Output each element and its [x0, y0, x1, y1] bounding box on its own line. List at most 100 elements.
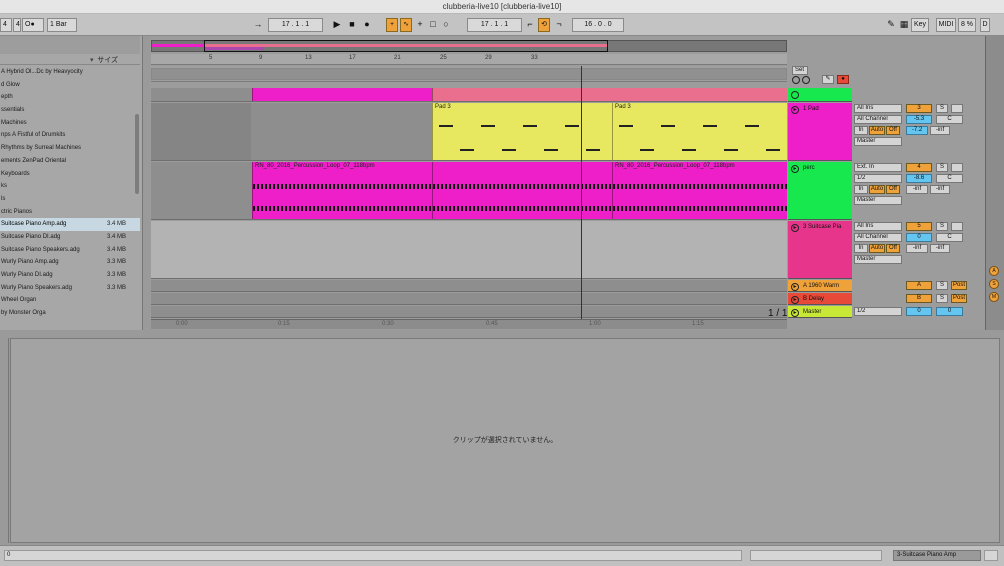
automation-lane[interactable] [151, 88, 787, 102]
return-post-button[interactable]: Post [951, 294, 967, 303]
browser-item[interactable]: Suitcase Piano DI.adg 3.4 MB [0, 231, 140, 244]
volume-field[interactable]: -8.6 [906, 174, 932, 183]
perc-clip[interactable] [432, 162, 612, 219]
monitor-auto-button[interactable]: Auto [869, 126, 885, 135]
browser-item[interactable]: ls [0, 193, 140, 206]
return-solo-button[interactable]: S [936, 281, 948, 290]
draw-mode-icon[interactable]: ✎ [885, 18, 897, 32]
automation-clip[interactable] [252, 88, 432, 101]
m-toggle-icon[interactable]: M [989, 292, 999, 302]
track-activator[interactable]: 3 [906, 104, 932, 113]
next-locator-icon[interactable] [802, 76, 810, 84]
track-activator[interactable]: 5 [906, 222, 932, 231]
punch-in-icon[interactable]: ⌐ [524, 18, 536, 32]
browser-item[interactable]: Wurly Piano Speakers.adg 3.3 MB [0, 282, 140, 295]
volume-field[interactable]: -5.3 [906, 115, 932, 124]
arrangement-overview[interactable] [151, 40, 787, 52]
master-output-menu[interactable]: 1/2 [854, 307, 902, 316]
track-header-pad[interactable]: ▸ 1 Pad [788, 103, 852, 161]
beat-ruler[interactable]: 5 9 13 17 21 25 29 33 [151, 54, 787, 65]
solo-button[interactable]: S [936, 163, 948, 172]
play-icon[interactable]: ▶ [331, 18, 343, 32]
browser-item[interactable]: d Glow [0, 79, 140, 92]
perc-clip[interactable]: RN_80_2016_Percussion_Loop_07_118bpm [252, 162, 432, 219]
arm-button[interactable] [951, 222, 963, 231]
track-activator[interactable]: 4 [906, 163, 932, 172]
output-menu[interactable]: Master [854, 255, 902, 264]
track-header-suitcase[interactable]: ▸ 3 Suitcase Pia [788, 221, 852, 279]
scrub-area[interactable] [151, 66, 787, 82]
master-header[interactable]: ▸ Master [788, 306, 852, 318]
midi-map-button[interactable]: MIDI [936, 18, 956, 32]
track-lane-suitcase[interactable] [151, 221, 787, 279]
arrangement-position[interactable]: 17 . 1 . 1 [268, 18, 323, 32]
track-fold-icon[interactable]: ▸ [791, 296, 799, 304]
loop-brace[interactable] [151, 68, 787, 80]
arm-button[interactable] [951, 163, 963, 172]
back-to-arrangement-icon[interactable] [792, 76, 800, 84]
browser-item[interactable]: ssentials [0, 104, 140, 117]
return-lane-a[interactable] [151, 280, 787, 292]
return-activator[interactable]: A [906, 281, 932, 290]
automation-clip-pink[interactable] [432, 88, 787, 101]
monitor-off-button[interactable]: Off [886, 185, 900, 194]
solo-button[interactable]: S [936, 222, 948, 231]
browser-item[interactable]: ks [0, 180, 140, 193]
browser-scrollbar[interactable] [135, 114, 139, 194]
output-menu[interactable]: Master [854, 137, 902, 146]
key-map-button[interactable]: Key [911, 18, 929, 32]
arm-button[interactable] [951, 104, 963, 113]
pan-field[interactable]: C [936, 233, 963, 242]
track-lane-perc[interactable]: RN_80_2016_Percussion_Loop_07_118bpm RN_8… [151, 162, 787, 220]
return-lane-b[interactable] [151, 293, 787, 305]
master-lane[interactable] [151, 306, 787, 318]
draw-icon[interactable]: ✎ [822, 75, 834, 84]
arm-icon[interactable]: ● [837, 75, 849, 84]
punch-out-icon[interactable]: ¬ [553, 18, 565, 32]
browser-item[interactable]: nps A Fistful of Drumkits [0, 129, 140, 142]
monitor-in-button[interactable]: In [854, 244, 868, 253]
browser-item[interactable]: Wurly Piano Amp.adg 3.3 MB [0, 256, 140, 269]
input-type-menu[interactable]: All Ins [854, 222, 902, 231]
automation-track-header[interactable] [788, 88, 852, 102]
browser-item[interactable]: A Hybrid Ol...Dc by Heavyocity [0, 66, 140, 79]
master-volume-field[interactable]: 0 [906, 307, 932, 316]
grid-icon[interactable]: ▦ [898, 18, 910, 32]
track-fold-icon[interactable]: ▸ [791, 106, 799, 114]
track-fold-icon[interactable]: ▸ [791, 165, 799, 173]
track-fold-icon[interactable]: ▸ [791, 224, 799, 232]
input-type-menu[interactable]: All Ins [854, 104, 902, 113]
track-fold-icon[interactable]: ▸ [791, 283, 799, 291]
input-type-menu[interactable]: Ext. In [854, 163, 902, 172]
browser-item[interactable]: Wurly Piano DI.adg 3.3 MB [0, 269, 140, 282]
input-channel-menu[interactable]: 1/2 [854, 174, 902, 183]
signature-field[interactable]: 4 [13, 18, 21, 32]
track-fold-icon[interactable]: ▸ [791, 309, 799, 317]
pan-field[interactable]: C [936, 115, 963, 124]
browser-item[interactable]: ements ZenPad Oriental [0, 155, 140, 168]
sort-chevron-icon[interactable]: ▾ [90, 56, 94, 64]
browser-item[interactable]: Suitcase Piano Speakers.adg 3.4 MB [0, 244, 140, 257]
capture-icon[interactable]: □ [427, 18, 439, 32]
size-column-header[interactable]: サイズ [97, 55, 118, 65]
return-solo-button[interactable]: S [936, 294, 948, 303]
volume-field[interactable]: 0 [906, 233, 932, 242]
return-activator[interactable]: B [906, 294, 932, 303]
monitor-auto-button[interactable]: Auto [869, 244, 885, 253]
tempo-field[interactable]: 4 [0, 18, 12, 32]
perc-clip[interactable]: RN_80_2016_Percussion_Loop_07_118bpm [612, 162, 787, 219]
pad-clip[interactable]: Pad 3 [432, 103, 612, 160]
record-icon[interactable]: ● [361, 18, 373, 32]
quantize-menu[interactable]: 1 Bar [47, 18, 77, 32]
monitor-in-button[interactable]: In [854, 126, 868, 135]
browser-item[interactable]: Rhythms by Surreal Machines [0, 142, 140, 155]
pad-clip[interactable]: Pad 3 [612, 103, 787, 160]
monitor-in-button[interactable]: In [854, 185, 868, 194]
solo-button[interactable]: S [936, 104, 948, 113]
a-toggle-icon[interactable]: A [989, 266, 999, 276]
automation-arm-icon[interactable]: ∿ [400, 18, 412, 32]
loop-switch-icon[interactable]: ⟲ [538, 18, 550, 32]
time-ruler[interactable]: 0:00 0:15 0:30 0:45 1:00 1:15 [151, 319, 787, 329]
s-toggle-icon[interactable]: S [989, 279, 999, 289]
add-icon[interactable]: + [414, 18, 426, 32]
